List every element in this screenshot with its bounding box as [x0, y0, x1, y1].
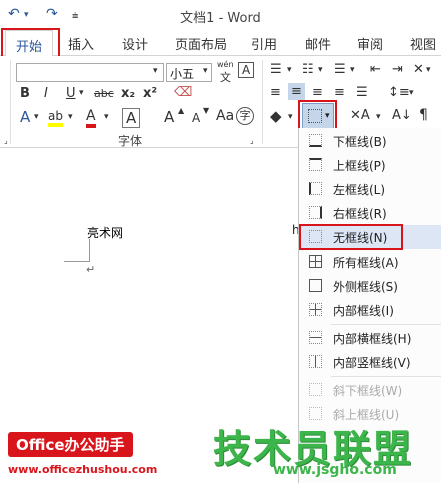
font-color-dropdown-icon[interactable]: ▾	[104, 112, 109, 122]
asian-layout-icon[interactable]: ✕	[413, 62, 424, 77]
title-bar: ↶ ▾ ↷ ⩧ 文档1 - Word	[0, 0, 441, 30]
ribbon-tabs: 开始 插入 设计 页面布局 引用 邮件 审阅 视图	[0, 30, 441, 57]
decrease-indent-icon[interactable]: ⇤	[370, 62, 381, 77]
bottom-border-icon	[309, 134, 322, 147]
menu-item-diagonal-down: 斜下框线(W)	[299, 378, 441, 402]
superscript-button[interactable]: x²	[143, 86, 157, 101]
outside-borders-icon	[309, 279, 322, 292]
character-shading-button[interactable]: A	[122, 108, 141, 128]
font-color-button[interactable]: A	[86, 108, 96, 128]
font-dialog-launcher-icon[interactable]: ⌟	[250, 136, 254, 145]
paragraph-mark: ↵	[86, 263, 96, 276]
font-name-dropdown-icon[interactable]: ▾	[153, 66, 158, 76]
underline-dropdown-icon[interactable]: ▾	[79, 88, 84, 98]
shading-dropdown-icon[interactable]: ▾	[288, 112, 293, 122]
clipboard-launcher-icon[interactable]: ⌟	[4, 136, 8, 145]
asian-layout-dropdown-icon[interactable]: ▾	[426, 65, 431, 75]
diagonal-down-border-icon	[309, 383, 322, 396]
shrink-font-button[interactable]: A	[192, 111, 200, 125]
shrink-font-arrow-icon: ▼	[203, 106, 210, 115]
window-title: 文档1 - Word	[180, 11, 261, 26]
all-borders-icon	[309, 255, 322, 268]
margin-corner-mark	[89, 239, 90, 262]
grow-font-arrow-icon: ▲	[178, 106, 185, 115]
menu-item-bottom-border[interactable]: 下框线(B)	[299, 129, 441, 153]
numbering-icon[interactable]: ☷	[302, 62, 314, 77]
menu-item-inside-borders[interactable]: 内部框线(I)	[299, 298, 441, 322]
menu-separator	[331, 324, 441, 325]
italic-button[interactable]: I	[44, 86, 48, 101]
numbering-dropdown-icon[interactable]: ▾	[318, 65, 323, 75]
right-border-icon	[309, 206, 322, 219]
inside-horizontal-border-icon	[309, 331, 322, 344]
font-size-dropdown-icon[interactable]: ▾	[203, 66, 208, 76]
menu-item-outside-borders[interactable]: 外侧框线(S)	[299, 274, 441, 298]
clear-formatting-icon[interactable]: ⌫	[174, 85, 192, 100]
grow-font-button[interactable]: A	[164, 108, 174, 126]
top-border-icon	[309, 158, 322, 171]
tab-layout[interactable]: 页面布局	[175, 34, 227, 53]
no-border-highlight-box	[299, 224, 403, 250]
distributed-icon[interactable]: ☰	[356, 85, 368, 100]
show-marks-icon[interactable]: ¶	[419, 107, 428, 123]
justify-icon[interactable]: ≡	[334, 85, 345, 100]
shading-icon[interactable]: ◆	[270, 107, 282, 125]
phonetic-guide-pinyin[interactable]: wén	[217, 60, 234, 69]
office-watermark-url: www.officezhushou.com	[8, 463, 158, 476]
menu-item-inside-horizontal[interactable]: 内部横框线(H)	[299, 326, 441, 350]
change-case-button[interactable]: Aa	[216, 108, 234, 124]
menu-item-top-border[interactable]: 上框线(P)	[299, 153, 441, 177]
font-name-combo[interactable]	[16, 63, 164, 82]
menu-item-left-border[interactable]: 左框线(L)	[299, 177, 441, 201]
phonetic-guide-char: 文	[220, 71, 231, 84]
tab-references[interactable]: 引用	[251, 34, 277, 53]
jsgho-watermark: 技术员联盟 www.jsgho.com	[213, 418, 413, 478]
sort-icon[interactable]: A↓	[392, 108, 412, 123]
menu-item-right-border[interactable]: 右框线(R)	[299, 201, 441, 225]
increase-indent-icon[interactable]: ⇥	[392, 62, 403, 77]
office-watermark: Office办公助手 www.officezhushou.com	[8, 432, 157, 476]
tab-review[interactable]: 审阅	[357, 34, 383, 53]
text-effects-button[interactable]: A	[20, 108, 30, 126]
chinese-layout-dropdown-icon[interactable]: ▾	[376, 112, 381, 122]
line-spacing-dropdown-icon[interactable]: ▾	[409, 88, 414, 98]
margin-corner-mark	[64, 261, 90, 262]
character-border-icon[interactable]: A	[238, 62, 255, 78]
left-border-icon	[309, 182, 322, 195]
menu-item-inside-vertical[interactable]: 内部竖框线(V)	[299, 350, 441, 374]
align-left-icon[interactable]: ≡	[270, 85, 281, 100]
tab-insert[interactable]: 插入	[68, 34, 94, 53]
jsgho-watermark-url: www.jsgho.com	[273, 462, 397, 478]
underline-button[interactable]: U	[66, 86, 76, 101]
tab-mailings[interactable]: 邮件	[305, 34, 331, 53]
group-separator	[262, 60, 263, 144]
bullets-icon[interactable]: ☰	[270, 62, 282, 77]
subscript-button[interactable]: x₂	[121, 86, 135, 101]
menu-item-all-borders[interactable]: 所有框线(A)	[299, 250, 441, 274]
align-center-icon[interactable]: ≡	[288, 83, 305, 100]
inside-vertical-border-icon	[309, 355, 322, 368]
bullets-dropdown-icon[interactable]: ▾	[287, 65, 292, 75]
office-watermark-badge: Office办公助手	[8, 432, 133, 457]
inside-borders-icon	[309, 303, 322, 316]
tab-view[interactable]: 视图	[410, 34, 436, 53]
strikethrough-button[interactable]: abc	[94, 87, 114, 100]
chinese-layout-icon[interactable]: ✕A	[350, 108, 370, 123]
bold-button[interactable]: B	[20, 86, 30, 101]
group-separator	[10, 60, 11, 144]
line-spacing-icon[interactable]: ↕≡	[388, 85, 410, 100]
font-group-label: 字体	[118, 134, 143, 148]
highlight-dropdown-icon[interactable]: ▾	[68, 112, 73, 122]
menu-separator	[331, 376, 441, 377]
enclose-character-button[interactable]: 字	[236, 107, 254, 125]
align-right-icon[interactable]: ≡	[312, 85, 323, 100]
highlight-color-button[interactable]: ab	[48, 109, 63, 127]
text-effects-dropdown-icon[interactable]: ▾	[34, 112, 39, 122]
tab-design[interactable]: 设计	[122, 34, 148, 53]
multilevel-list-icon[interactable]: ☰	[334, 62, 346, 77]
multilevel-dropdown-icon[interactable]: ▾	[350, 65, 355, 75]
document-text: 亮术网	[87, 226, 124, 240]
